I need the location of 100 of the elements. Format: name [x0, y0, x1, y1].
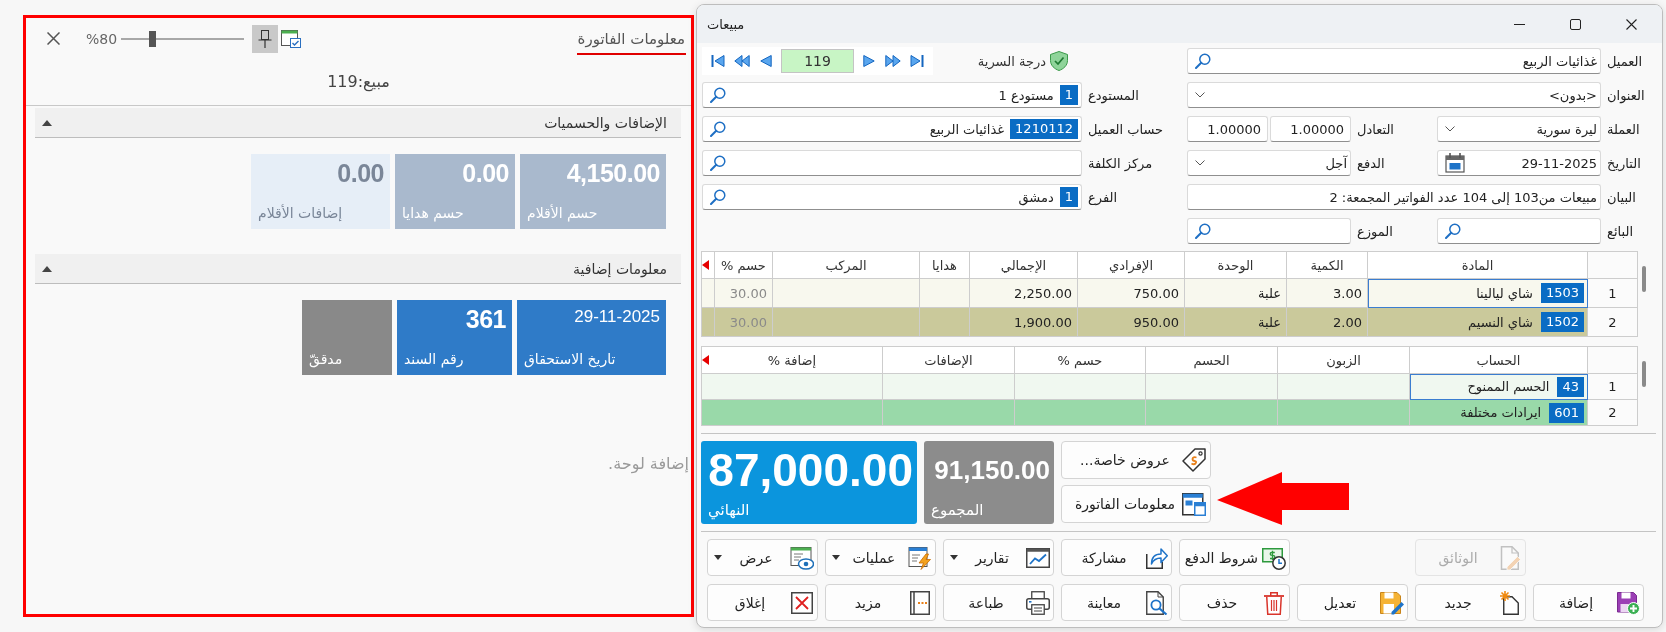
column-header[interactable]: الحساب	[1409, 346, 1588, 374]
total-label: المجموع	[931, 500, 984, 520]
column-header[interactable]: الإفرادي	[1077, 251, 1185, 279]
dropdown-field[interactable]: آجل	[1187, 150, 1351, 176]
column-header[interactable]: إضافة %	[701, 346, 883, 374]
window-title: مبيعات	[707, 16, 745, 32]
triangle-right-icon	[863, 54, 875, 68]
table-cell: 1,900.00	[969, 307, 1078, 337]
column-header[interactable]: الإضافات	[882, 346, 1015, 374]
caret-up-icon[interactable]	[42, 119, 52, 126]
pin-button[interactable]	[252, 24, 279, 53]
chart-window-icon	[1026, 545, 1050, 570]
more-button[interactable]: مزيد	[825, 584, 936, 621]
view-button[interactable]: عرض	[707, 539, 818, 576]
money-clock-icon	[1262, 545, 1286, 570]
dropdown-field[interactable]: ليرة سورية	[1437, 116, 1601, 142]
search-icon[interactable]	[1195, 223, 1211, 239]
payment-terms-button[interactable]: شروط الدفع	[1179, 539, 1290, 576]
maximize-icon	[1569, 18, 1581, 30]
print-button[interactable]: طباعة	[943, 584, 1054, 621]
tile-label: مدققّ	[309, 350, 343, 368]
date-field[interactable]: 29-11-2025	[1437, 150, 1601, 176]
dropdown-field[interactable]: <بدون>	[1187, 82, 1601, 108]
fast-forward-icon	[885, 54, 901, 68]
add-button[interactable]: إضافة	[1533, 584, 1644, 621]
search-icon[interactable]	[710, 189, 726, 205]
text-field[interactable]: مبيعات من103 إلى 104 عدد الفواتير المجمعة: 2	[1187, 184, 1601, 210]
caret-down-icon	[950, 555, 958, 560]
field-label: البائع	[1607, 223, 1633, 239]
preview-button[interactable]: معاينة	[1061, 584, 1172, 621]
reports-button[interactable]: تقارير	[943, 539, 1054, 576]
cell-text: شاي النسيم	[1468, 314, 1533, 330]
lookup-field[interactable]	[1437, 218, 1601, 244]
row-number: 2	[1587, 399, 1638, 426]
search-icon[interactable]	[1195, 53, 1211, 69]
table-cell: علبة	[1184, 307, 1287, 337]
tile-label: إضافات الأقلام	[258, 204, 343, 222]
column-header[interactable]: المركب	[772, 251, 920, 279]
number-field[interactable]: 1.00000	[1270, 116, 1351, 142]
column-header[interactable]: هدايا	[919, 251, 970, 279]
lookup-field[interactable]: غذائيات الربيع	[1187, 48, 1601, 74]
invoice-info-button[interactable]: معلومات الفاتورة	[1061, 485, 1211, 523]
delete-button[interactable]: حذف	[1179, 584, 1290, 621]
triangle-left-icon	[702, 355, 709, 365]
close-button[interactable]: إغلاق	[707, 584, 818, 621]
panel-tab[interactable]: معلومات الفاتورة	[576, 18, 686, 55]
total-value: 87,000.00	[708, 443, 913, 497]
tag-icon	[1182, 448, 1206, 472]
chevron-down-icon[interactable]	[1195, 92, 1205, 98]
code-badge: 43	[1557, 376, 1584, 397]
column-header[interactable]: الوحدة	[1184, 251, 1287, 279]
column-header[interactable]: الزبون	[1277, 346, 1410, 374]
document-pen-icon	[1498, 545, 1522, 570]
table-cell: 950.00	[1077, 307, 1185, 337]
window-eye-icon	[790, 545, 814, 570]
share-button[interactable]: مشاركة	[1061, 539, 1172, 576]
close-icon	[46, 32, 60, 45]
book-dots-icon	[908, 590, 932, 615]
search-icon[interactable]	[1445, 223, 1461, 239]
column-header[interactable]: حسم %	[714, 251, 773, 279]
tile-value: 0.00	[462, 158, 509, 188]
column-header[interactable]: الحسم	[1145, 346, 1278, 374]
column-header[interactable]: الكمية	[1286, 251, 1368, 279]
total-label: النهائي	[708, 500, 750, 520]
field-label: البيان	[1607, 189, 1636, 205]
search-icon[interactable]	[710, 155, 726, 171]
scrollbar-thumb[interactable]	[1642, 266, 1646, 292]
chevron-down-icon[interactable]	[1445, 126, 1455, 132]
caret-up-icon[interactable]	[42, 265, 52, 272]
code-badge: 601	[1549, 402, 1584, 423]
trash-icon	[1262, 590, 1286, 615]
lookup-field[interactable]	[1187, 218, 1351, 244]
column-header[interactable]: حسم %	[1014, 346, 1146, 374]
calendar-icon[interactable]	[1445, 153, 1465, 173]
edit-button[interactable]: تعديل	[1297, 584, 1408, 621]
code-badge: 1	[1059, 85, 1078, 105]
tile-label: حسم هدايا	[402, 204, 464, 222]
record-number-field[interactable]: 119	[781, 49, 854, 73]
scrollbar-thumb[interactable]	[1642, 361, 1646, 387]
search-icon[interactable]	[710, 87, 726, 103]
x-box-icon	[790, 590, 814, 615]
special-offers-button[interactable]: عروض خاصة...	[1061, 441, 1211, 479]
share-icon	[1144, 545, 1168, 570]
slider-thumb[interactable]	[148, 30, 156, 47]
number-field[interactable]: 1.00000	[1187, 116, 1268, 142]
column-header[interactable]: المادة	[1367, 251, 1588, 279]
section-header[interactable]: الإضافات والحسميات	[35, 108, 681, 138]
table-cell: 30.00	[714, 278, 773, 308]
close-icon	[1625, 18, 1637, 30]
lookup-field[interactable]	[702, 150, 1082, 176]
chevron-down-icon[interactable]	[1195, 160, 1205, 166]
section-header[interactable]: معلومات إضافية	[35, 254, 681, 284]
caret-down-icon	[832, 555, 840, 560]
search-icon[interactable]	[710, 121, 726, 137]
operations-button[interactable]: عمليات	[825, 539, 936, 576]
window-lightning-icon	[908, 545, 932, 570]
pin-icon	[258, 29, 273, 48]
new-button[interactable]: جديد	[1415, 584, 1526, 621]
column-header[interactable]: الإجمالي	[969, 251, 1078, 279]
total-value: 91,150.00	[934, 454, 1050, 486]
